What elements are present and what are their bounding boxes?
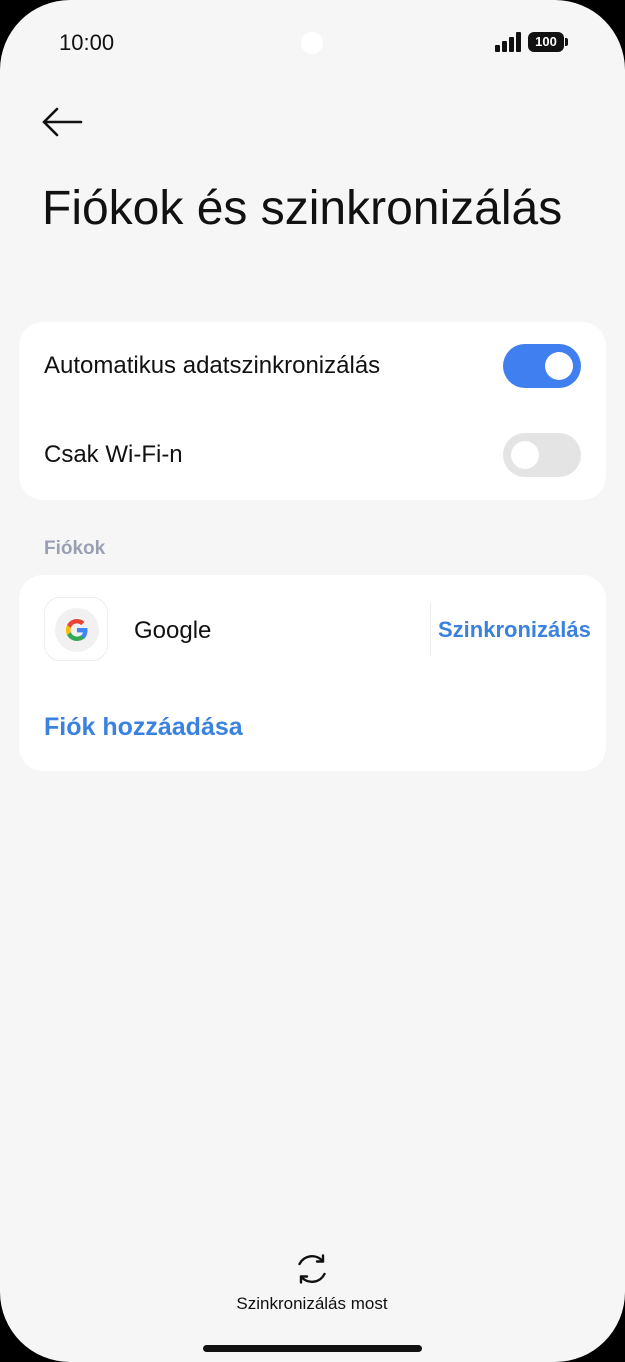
- home-indicator[interactable]: [203, 1345, 422, 1352]
- sync-now-button[interactable]: Szinkronizálás most: [212, 1244, 412, 1324]
- google-logo-icon: [44, 597, 108, 661]
- wifi-only-toggle[interactable]: [503, 433, 581, 477]
- arrow-left-icon: [42, 107, 83, 137]
- wifi-only-row[interactable]: Csak Wi-Fi-n: [19, 411, 606, 500]
- front-camera: [301, 32, 323, 54]
- wifi-only-label: Csak Wi-Fi-n: [44, 441, 183, 468]
- add-account-button[interactable]: Fiók hozzáadása: [44, 713, 243, 742]
- battery-tip: [565, 38, 568, 46]
- auto-sync-row[interactable]: Automatikus adatszinkronizálás: [19, 322, 606, 411]
- accounts-card: Google Szinkronizálás Fiók hozzáadása: [19, 575, 606, 771]
- sync-account-button[interactable]: Szinkronizálás: [438, 617, 591, 643]
- sync-icon: [298, 1254, 326, 1284]
- toggle-knob: [545, 352, 573, 380]
- sync-now-label: Szinkronizálás most: [236, 1294, 388, 1313]
- accounts-section-header: Fiókok: [44, 538, 106, 559]
- back-button[interactable]: [34, 98, 90, 146]
- toggle-knob: [511, 441, 539, 469]
- signal-bars-icon: [495, 32, 521, 52]
- divider: [430, 602, 431, 656]
- status-time: 10:00: [59, 30, 115, 55]
- battery-icon: 100: [528, 32, 568, 52]
- auto-sync-toggle[interactable]: [503, 344, 581, 388]
- auto-sync-label: Automatikus adatszinkronizálás: [44, 352, 381, 379]
- battery-level: 100: [528, 32, 564, 52]
- sync-settings-card: Automatikus adatszinkronizálás Csak Wi-F…: [19, 322, 606, 500]
- google-g-icon: [55, 608, 99, 652]
- account-row-google[interactable]: Google Szinkronizálás: [19, 575, 606, 685]
- page-title: Fiókok és szinkronizálás: [42, 182, 563, 235]
- screen: 10:00 100 Fiókok és szinkronizálás Autom…: [0, 0, 625, 1362]
- account-name: Google: [134, 617, 212, 644]
